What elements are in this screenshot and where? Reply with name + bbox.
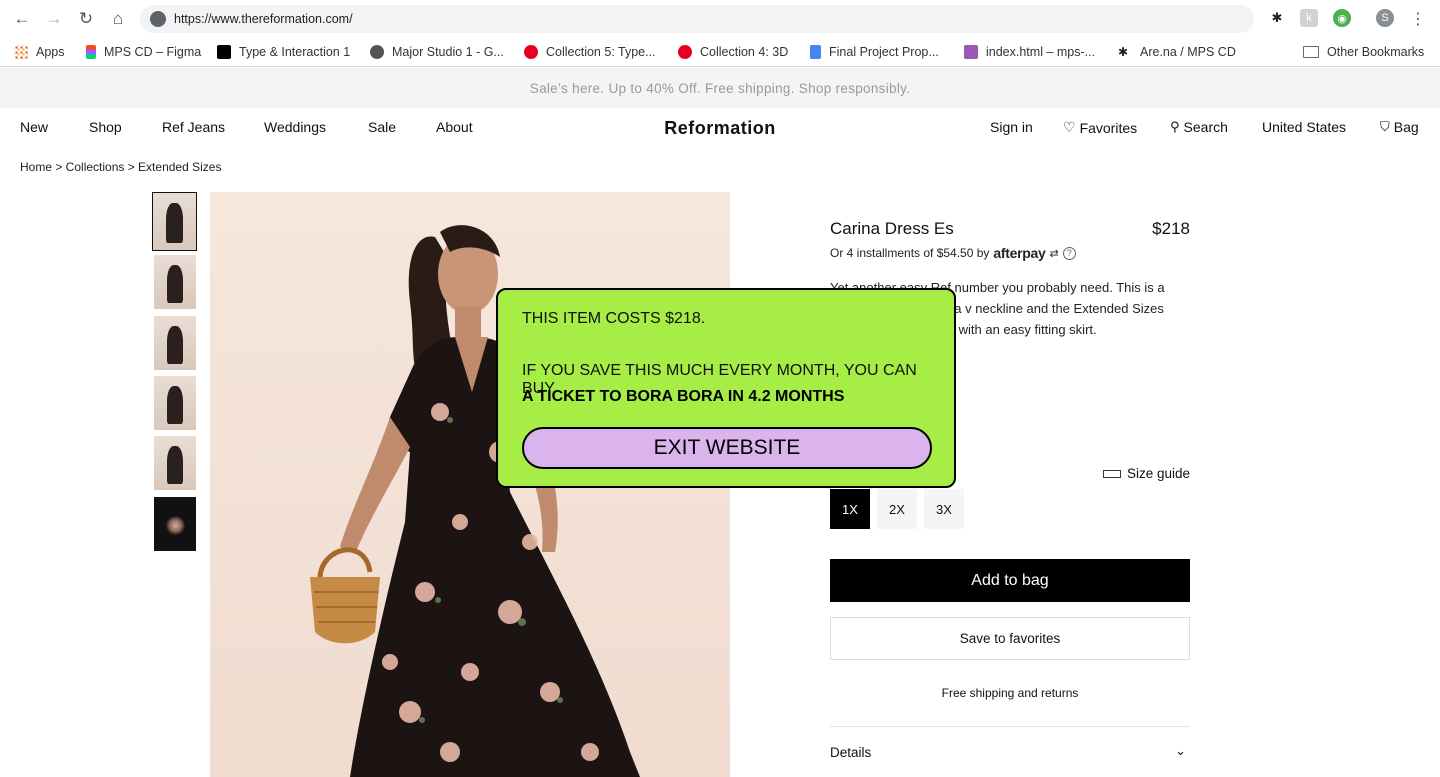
bookmark-type-interaction[interactable]: Type & Interaction 1 <box>217 43 350 61</box>
browser-toolbar: ← → ↻ ⌂ https://www.thereformation.com/ … <box>0 0 1440 38</box>
address-bar[interactable]: https://www.thereformation.com/ <box>140 5 1254 33</box>
bookmark-apps[interactable]: Apps <box>14 43 65 61</box>
other-bookmarks[interactable]: Other Bookmarks <box>1303 43 1424 61</box>
search-icon: ⚲ <box>1170 119 1180 134</box>
square-icon <box>217 45 231 59</box>
back-arrow-icon[interactable]: ← <box>10 8 34 30</box>
installments-text: Or 4 installments of $54.50 by <box>830 246 990 260</box>
search-link[interactable]: ⚲ Search <box>1170 119 1228 135</box>
home-icon[interactable]: ⌂ <box>106 8 130 30</box>
add-to-bag-button[interactable]: Add to bag <box>830 559 1190 602</box>
sign-in-link[interactable]: Sign in <box>990 119 1033 135</box>
bookmark-label: Type & Interaction 1 <box>239 45 351 59</box>
details-accordion[interactable]: Details ⌄ <box>830 726 1190 777</box>
popup-cost-text: THIS ITEM COSTS $218. <box>522 310 706 327</box>
product-name: Carina Dress Es <box>830 219 954 238</box>
menu-dots-icon[interactable]: ⋮ <box>1406 8 1430 30</box>
favorites-link[interactable]: ♡ Favorites <box>1063 119 1137 136</box>
size-option-2x[interactable]: 2X <box>877 489 917 529</box>
glitch-icon <box>964 45 978 59</box>
bag-icon: ⛉ <box>1380 119 1390 134</box>
bookmark-index-html[interactable]: index.html – mps-... <box>964 43 1095 61</box>
shipping-note: Free shipping and returns <box>941 686 1079 700</box>
size-guide-label: Size guide <box>1126 466 1190 481</box>
details-label: Details <box>830 745 872 760</box>
bookmark-final-project[interactable]: Final Project Prop... <box>810 43 939 61</box>
grammarly-extension-icon[interactable]: ◉ <box>1333 9 1351 27</box>
forward-arrow-icon[interactable]: → <box>42 8 66 30</box>
bookmark-arena[interactable]: ✱ Are.na / MPS CD <box>1118 43 1236 61</box>
globe-icon <box>150 11 166 27</box>
favorites-label: Favorites <box>1079 119 1138 136</box>
breadcrumb[interactable]: Home > Collections > Extended Sizes <box>20 160 221 174</box>
sign-in-label: Sign in <box>990 119 1033 135</box>
pinterest-icon <box>524 45 538 59</box>
google-docs-icon <box>810 45 821 59</box>
folder-icon <box>1303 46 1319 58</box>
figma-icon <box>86 45 96 59</box>
bookmark-label: Apps <box>36 45 65 59</box>
afterpay-logo: afterpay <box>993 245 1046 261</box>
bookmarks-bar: Apps MPS CD – Figma Type & Interaction 1… <box>0 38 1440 67</box>
size-selector: 1X 2X 3X <box>830 489 964 529</box>
size-option-3x[interactable]: 3X <box>924 489 964 529</box>
bookmark-collection-5[interactable]: Collection 5: Type... <box>524 43 656 61</box>
other-bookmarks-label: Other Bookmarks <box>1327 45 1425 59</box>
chevron-down-icon: ⌄ <box>1175 743 1186 758</box>
heart-icon: ♡ <box>1063 119 1076 135</box>
arena-icon: ✱ <box>1118 45 1129 59</box>
bookmark-label: Collection 4: 3D <box>700 45 789 59</box>
exit-website-button[interactable]: EXIT WEBSITE <box>522 427 932 469</box>
thumbnail-2[interactable] <box>154 255 196 309</box>
thumbnail-3[interactable] <box>154 316 196 370</box>
arena-extension-icon[interactable]: ✱ <box>1268 9 1286 27</box>
thumbnail-6[interactable] <box>154 497 196 551</box>
profile-avatar[interactable]: S <box>1376 9 1394 27</box>
thumbnail-4[interactable] <box>154 376 196 430</box>
thumbnail-5[interactable] <box>154 436 196 490</box>
bookmark-label: MPS CD – Figma <box>104 45 202 59</box>
info-icon[interactable]: ? <box>1062 246 1076 260</box>
promo-banner[interactable]: Sale’s here. Up to 40% Off. Free shippin… <box>0 68 1440 108</box>
savings-popup: THIS ITEM COSTS $218. IF YOU SAVE THIS M… <box>496 288 956 488</box>
bookmark-major-studio[interactable]: Major Studio 1 - G... <box>370 43 504 61</box>
bookmark-label: Major Studio 1 - G... <box>392 45 504 59</box>
bookmark-label: Are.na / MPS CD <box>1140 45 1236 59</box>
bookmark-collection-4[interactable]: Collection 4: 3D <box>678 43 788 61</box>
afterpay-arrows-icon: ⇄ <box>1049 247 1059 260</box>
region-label: United States <box>1262 119 1347 135</box>
save-to-favorites-button[interactable]: Save to favorites <box>830 617 1190 660</box>
bookmark-label: index.html – mps-... <box>986 45 1096 59</box>
ruler-icon <box>1102 469 1121 478</box>
bookmark-label: Final Project Prop... <box>829 45 939 59</box>
size-guide-link[interactable]: Size guide <box>1102 466 1190 481</box>
bookmark-figma[interactable]: MPS CD – Figma <box>86 43 201 61</box>
search-label: Search <box>1183 119 1228 135</box>
pinterest-icon <box>678 45 692 59</box>
bag-link[interactable]: ⛉ Bag <box>1380 119 1419 135</box>
bag-label: Bag <box>1393 119 1419 135</box>
popup-goal-text: A TICKET TO BORA BORA IN 4.2 MONTHS <box>522 388 845 405</box>
bookmark-label: Collection 5: Type... <box>546 45 656 59</box>
site-header: New Shop Ref Jeans Weddings Sale About R… <box>0 108 1440 148</box>
reload-icon[interactable]: ↻ <box>74 8 98 30</box>
extension-icon[interactable]: k <box>1300 9 1318 27</box>
product-price: $218 <box>1152 219 1190 238</box>
region-selector[interactable]: United States <box>1262 119 1346 135</box>
thumbnail-1[interactable] <box>152 192 197 251</box>
globe-icon <box>370 45 384 59</box>
size-option-1x[interactable]: 1X <box>830 489 870 529</box>
afterpay-line: Or 4 installments of $54.50 by afterpay … <box>830 245 1076 261</box>
url-text: https://www.thereformation.com/ <box>174 12 353 26</box>
apps-grid-icon <box>14 45 28 59</box>
